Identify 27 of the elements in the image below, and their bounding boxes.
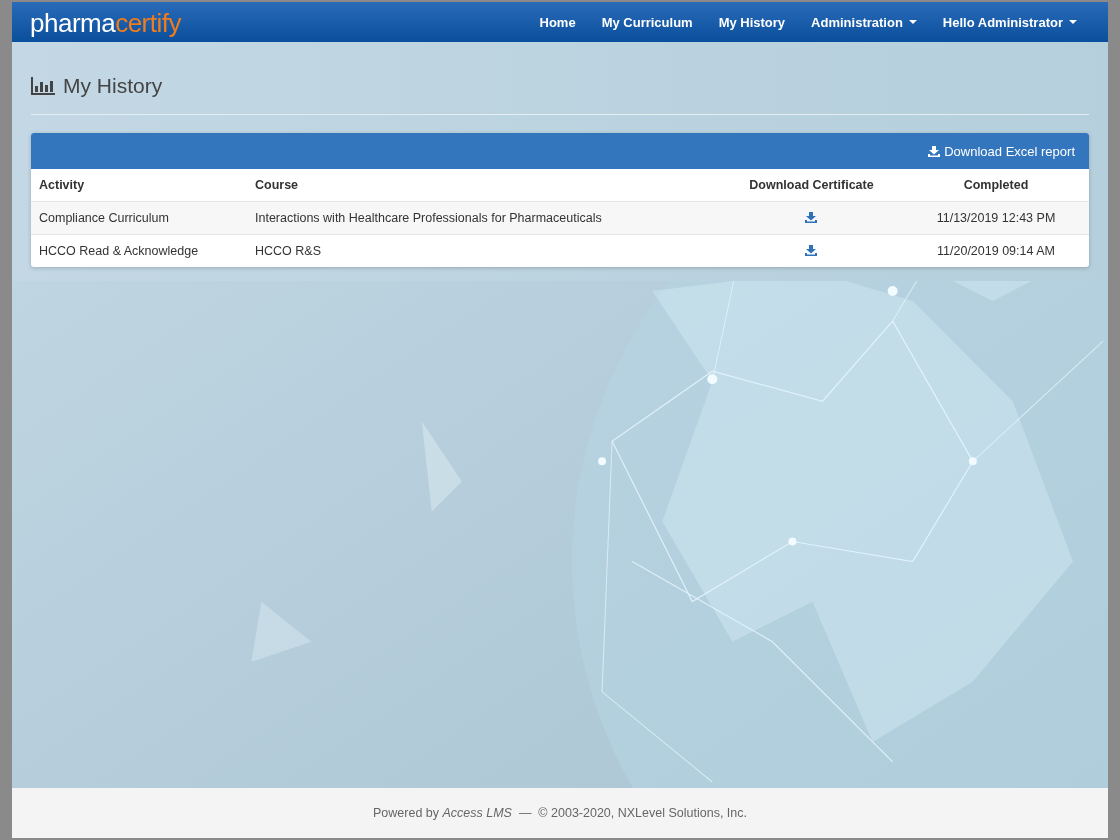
table-cell: HCCO R&S — [247, 234, 720, 267]
download-certificate-button[interactable] — [803, 210, 820, 225]
column-header: Download Certificate — [720, 169, 903, 202]
download-excel-button[interactable]: Download Excel report — [928, 139, 1075, 163]
bar-chart-icon — [31, 77, 55, 95]
table-cell: HCCO Read & Acknowledge — [31, 234, 247, 267]
nav-link[interactable]: My History — [705, 2, 799, 42]
column-header: Course — [247, 169, 720, 202]
nav-link[interactable]: Home — [526, 2, 589, 42]
nav-dropdown[interactable]: Hello Administrator — [929, 2, 1090, 42]
table-cell: Compliance Curriculum — [31, 201, 247, 235]
page-title: My History — [63, 74, 163, 98]
footer-text: Powered by Access LMS — © 2003-2020, NXLevel Solutions, Inc. — [373, 806, 747, 820]
download-icon — [928, 145, 941, 157]
nav-link[interactable]: My Curriculum — [588, 2, 706, 42]
download-icon — [805, 245, 818, 256]
table-cell: 11/20/2019 09:14 AM — [903, 234, 1089, 267]
table-cell: Interactions with Healthcare Professionals for Pharmaceuticals — [247, 201, 720, 235]
logo[interactable]: pharmacertify — [30, 7, 181, 39]
caret-icon — [908, 20, 917, 24]
caret-icon — [1069, 20, 1077, 24]
column-header: Activity — [31, 169, 247, 202]
download-icon — [805, 212, 818, 223]
table-cell: 11/13/2019 12:43 PM — [903, 201, 1089, 235]
column-header: Completed — [903, 169, 1089, 202]
download-certificate-button[interactable] — [803, 243, 820, 258]
nav-dropdown[interactable]: Administration — [798, 2, 930, 42]
